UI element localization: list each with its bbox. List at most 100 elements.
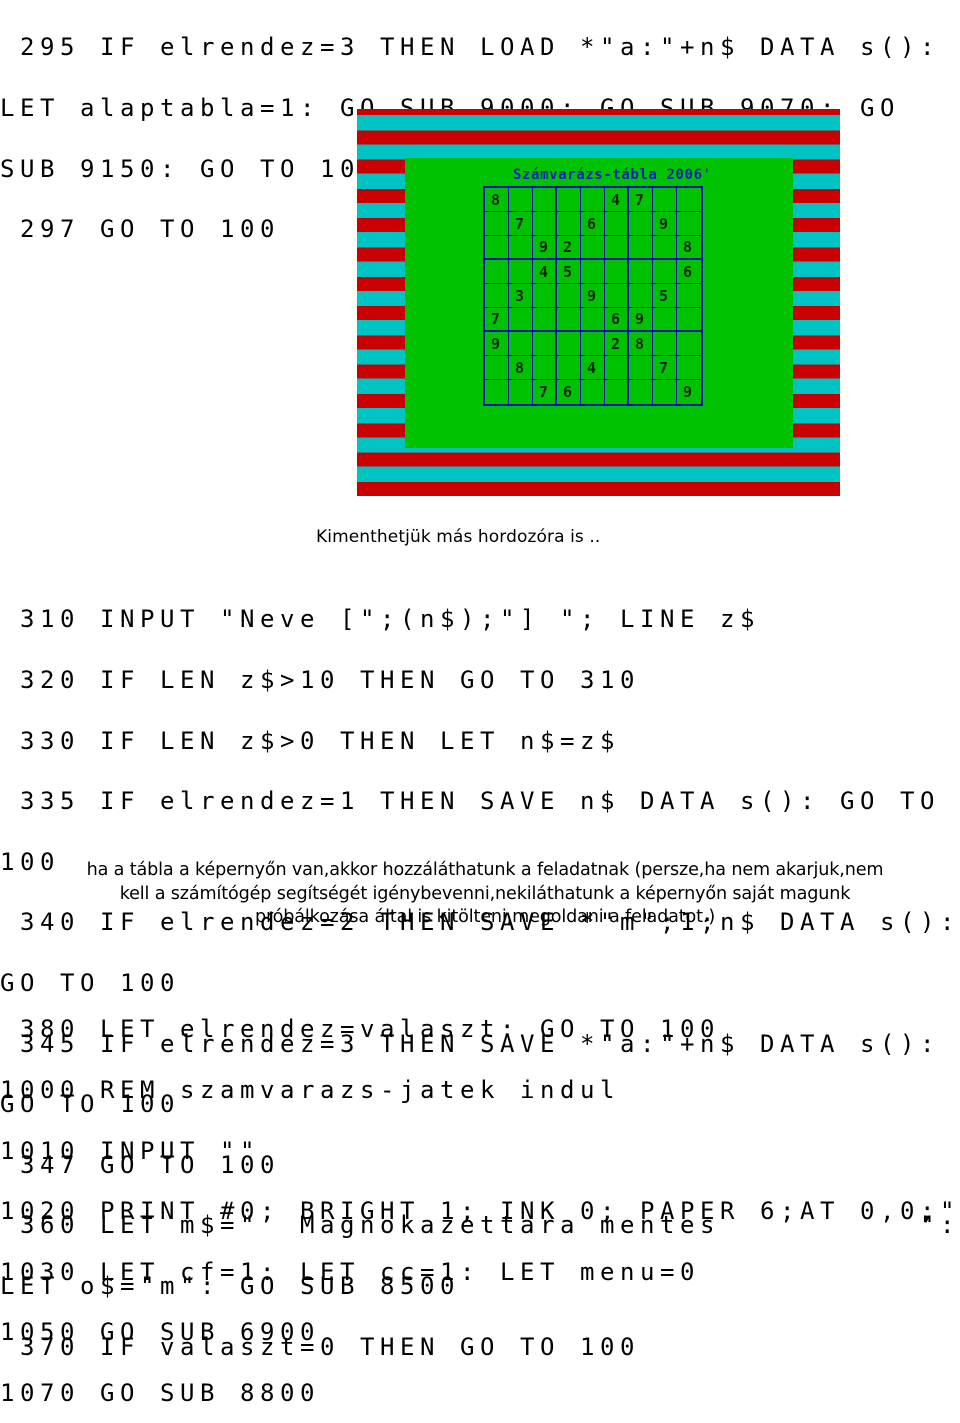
code-line: 1010 INPUT "" bbox=[0, 1136, 260, 1165]
sudoku-cell[interactable] bbox=[677, 308, 701, 332]
sudoku-cell[interactable] bbox=[605, 356, 629, 380]
sudoku-cell[interactable] bbox=[509, 188, 533, 212]
sudoku-title: Számvarázs-tábla 2006' bbox=[513, 167, 712, 183]
code-line: 330 IF LEN z$>0 THEN LET n$=z$ bbox=[0, 726, 620, 755]
sudoku-cell[interactable] bbox=[509, 332, 533, 356]
sudoku-cell[interactable] bbox=[581, 332, 605, 356]
sudoku-cell[interactable] bbox=[485, 356, 509, 380]
sudoku-cell[interactable] bbox=[629, 212, 653, 236]
sudoku-cell[interactable] bbox=[605, 380, 629, 404]
sudoku-cell[interactable]: 4 bbox=[533, 260, 557, 284]
sudoku-cell[interactable]: 7 bbox=[509, 212, 533, 236]
code-line: 295 IF elrendez=3 THEN LOAD *"a:"+n$ DAT… bbox=[0, 33, 940, 62]
sudoku-cell[interactable]: 7 bbox=[533, 380, 557, 404]
sudoku-cell[interactable] bbox=[509, 260, 533, 284]
sudoku-cell[interactable] bbox=[581, 236, 605, 260]
sudoku-cell[interactable] bbox=[605, 236, 629, 260]
sudoku-cell[interactable] bbox=[629, 236, 653, 260]
sudoku-cell[interactable] bbox=[677, 332, 701, 356]
caption-line: próbálkozása által is kitölteni,megoldan… bbox=[254, 907, 716, 927]
sudoku-cell[interactable] bbox=[485, 212, 509, 236]
sudoku-cell[interactable] bbox=[653, 260, 677, 284]
sudoku-cell[interactable] bbox=[653, 188, 677, 212]
sudoku-cell[interactable]: 6 bbox=[581, 212, 605, 236]
sudoku-cell[interactable]: 3 bbox=[509, 284, 533, 308]
sudoku-cell[interactable] bbox=[557, 212, 581, 236]
sudoku-cell[interactable]: 9 bbox=[653, 212, 677, 236]
sudoku-cell[interactable] bbox=[581, 260, 605, 284]
basic-listing-bottom: 380 LET elrendez=valaszt: GO TO 100 1000… bbox=[0, 979, 960, 1423]
caption-line: kell a számítógép segítségét igénybevenn… bbox=[119, 883, 851, 904]
sudoku-cell[interactable]: 7 bbox=[629, 188, 653, 212]
zx-spectrum-screenshot: Számvarázs-tábla 2006' 84776992845639576… bbox=[357, 109, 840, 496]
sudoku-cell[interactable] bbox=[557, 332, 581, 356]
code-line: 310 INPUT "Neve [";(n$);"] "; LINE z$ bbox=[0, 605, 760, 634]
sudoku-cell[interactable]: 2 bbox=[605, 332, 629, 356]
sudoku-cell[interactable]: 9 bbox=[581, 284, 605, 308]
sudoku-cell[interactable] bbox=[485, 236, 509, 260]
code-line: 1070 GO SUB 8800 bbox=[0, 1378, 320, 1407]
sudoku-cell[interactable] bbox=[509, 236, 533, 260]
sudoku-cell[interactable]: 4 bbox=[605, 188, 629, 212]
sudoku-cell[interactable] bbox=[533, 188, 557, 212]
sudoku-cell[interactable] bbox=[653, 332, 677, 356]
sudoku-cell[interactable] bbox=[677, 188, 701, 212]
sudoku-cell[interactable]: 6 bbox=[557, 380, 581, 404]
sudoku-cell[interactable] bbox=[653, 380, 677, 404]
sudoku-cell[interactable] bbox=[629, 356, 653, 380]
sudoku-cell[interactable] bbox=[653, 308, 677, 332]
sudoku-cell[interactable] bbox=[557, 188, 581, 212]
sudoku-cell[interactable] bbox=[677, 356, 701, 380]
sudoku-cell[interactable]: 9 bbox=[629, 308, 653, 332]
sudoku-cell[interactable] bbox=[629, 260, 653, 284]
sudoku-cell[interactable] bbox=[605, 260, 629, 284]
sudoku-cell[interactable] bbox=[557, 284, 581, 308]
sudoku-cell[interactable] bbox=[533, 212, 557, 236]
sudoku-cell[interactable]: 8 bbox=[509, 356, 533, 380]
sudoku-cell[interactable] bbox=[533, 308, 557, 332]
sudoku-cell[interactable]: 2 bbox=[557, 236, 581, 260]
sudoku-cell[interactable]: 5 bbox=[653, 284, 677, 308]
sudoku-cell[interactable] bbox=[677, 212, 701, 236]
code-line: 380 LET elrendez=valaszt: GO TO 100 bbox=[0, 1015, 720, 1044]
sudoku-cell[interactable]: 7 bbox=[485, 308, 509, 332]
zx-paper-area: Számvarázs-tábla 2006' 84776992845639576… bbox=[405, 158, 793, 448]
sudoku-cell[interactable]: 6 bbox=[605, 308, 629, 332]
sudoku-cell[interactable] bbox=[629, 284, 653, 308]
sudoku-cell[interactable] bbox=[581, 188, 605, 212]
sudoku-cell[interactable] bbox=[557, 308, 581, 332]
sudoku-cell[interactable]: 9 bbox=[533, 236, 557, 260]
sudoku-cell[interactable] bbox=[581, 380, 605, 404]
sudoku-cell[interactable]: 4 bbox=[581, 356, 605, 380]
sudoku-cell[interactable]: 9 bbox=[677, 380, 701, 404]
sudoku-cell[interactable] bbox=[485, 260, 509, 284]
sudoku-cell[interactable] bbox=[485, 284, 509, 308]
sudoku-cell[interactable] bbox=[533, 284, 557, 308]
code-line: 1020 PRINT #0; BRIGHT 1; INK 0; PAPER 6;… bbox=[0, 1197, 960, 1226]
sudoku-cell[interactable] bbox=[533, 356, 557, 380]
sudoku-cell[interactable] bbox=[581, 308, 605, 332]
sudoku-cell[interactable]: 5 bbox=[557, 260, 581, 284]
sudoku-grid: 847769928456395769928847769 bbox=[483, 186, 703, 406]
sudoku-cell[interactable] bbox=[509, 308, 533, 332]
sudoku-cell[interactable] bbox=[533, 332, 557, 356]
code-line: 1050 GO SUB 6900 bbox=[0, 1318, 320, 1347]
code-line: 1030 LET cf=1: LET cc=1: LET menu=0 bbox=[0, 1257, 700, 1286]
sudoku-cell[interactable] bbox=[629, 380, 653, 404]
sudoku-cell[interactable] bbox=[605, 212, 629, 236]
caption-line: ha a tábla a képernyőn van,akkor hozzálá… bbox=[86, 860, 884, 880]
sudoku-cell[interactable] bbox=[677, 284, 701, 308]
sudoku-cell[interactable] bbox=[509, 380, 533, 404]
sudoku-cell[interactable]: 9 bbox=[485, 332, 509, 356]
sudoku-cell[interactable] bbox=[605, 284, 629, 308]
sudoku-cell[interactable]: 6 bbox=[677, 260, 701, 284]
sudoku-cell[interactable]: 8 bbox=[629, 332, 653, 356]
sudoku-cell[interactable]: 8 bbox=[485, 188, 509, 212]
sudoku-cell[interactable]: 7 bbox=[653, 356, 677, 380]
code-line: 1000 REM szamvarazs-jatek indul bbox=[0, 1076, 620, 1104]
sudoku-cell[interactable] bbox=[653, 236, 677, 260]
code-line: 320 IF LEN z$>10 THEN GO TO 310 bbox=[0, 666, 640, 694]
sudoku-cell[interactable] bbox=[485, 380, 509, 404]
sudoku-cell[interactable]: 8 bbox=[677, 236, 701, 260]
sudoku-cell[interactable] bbox=[557, 356, 581, 380]
